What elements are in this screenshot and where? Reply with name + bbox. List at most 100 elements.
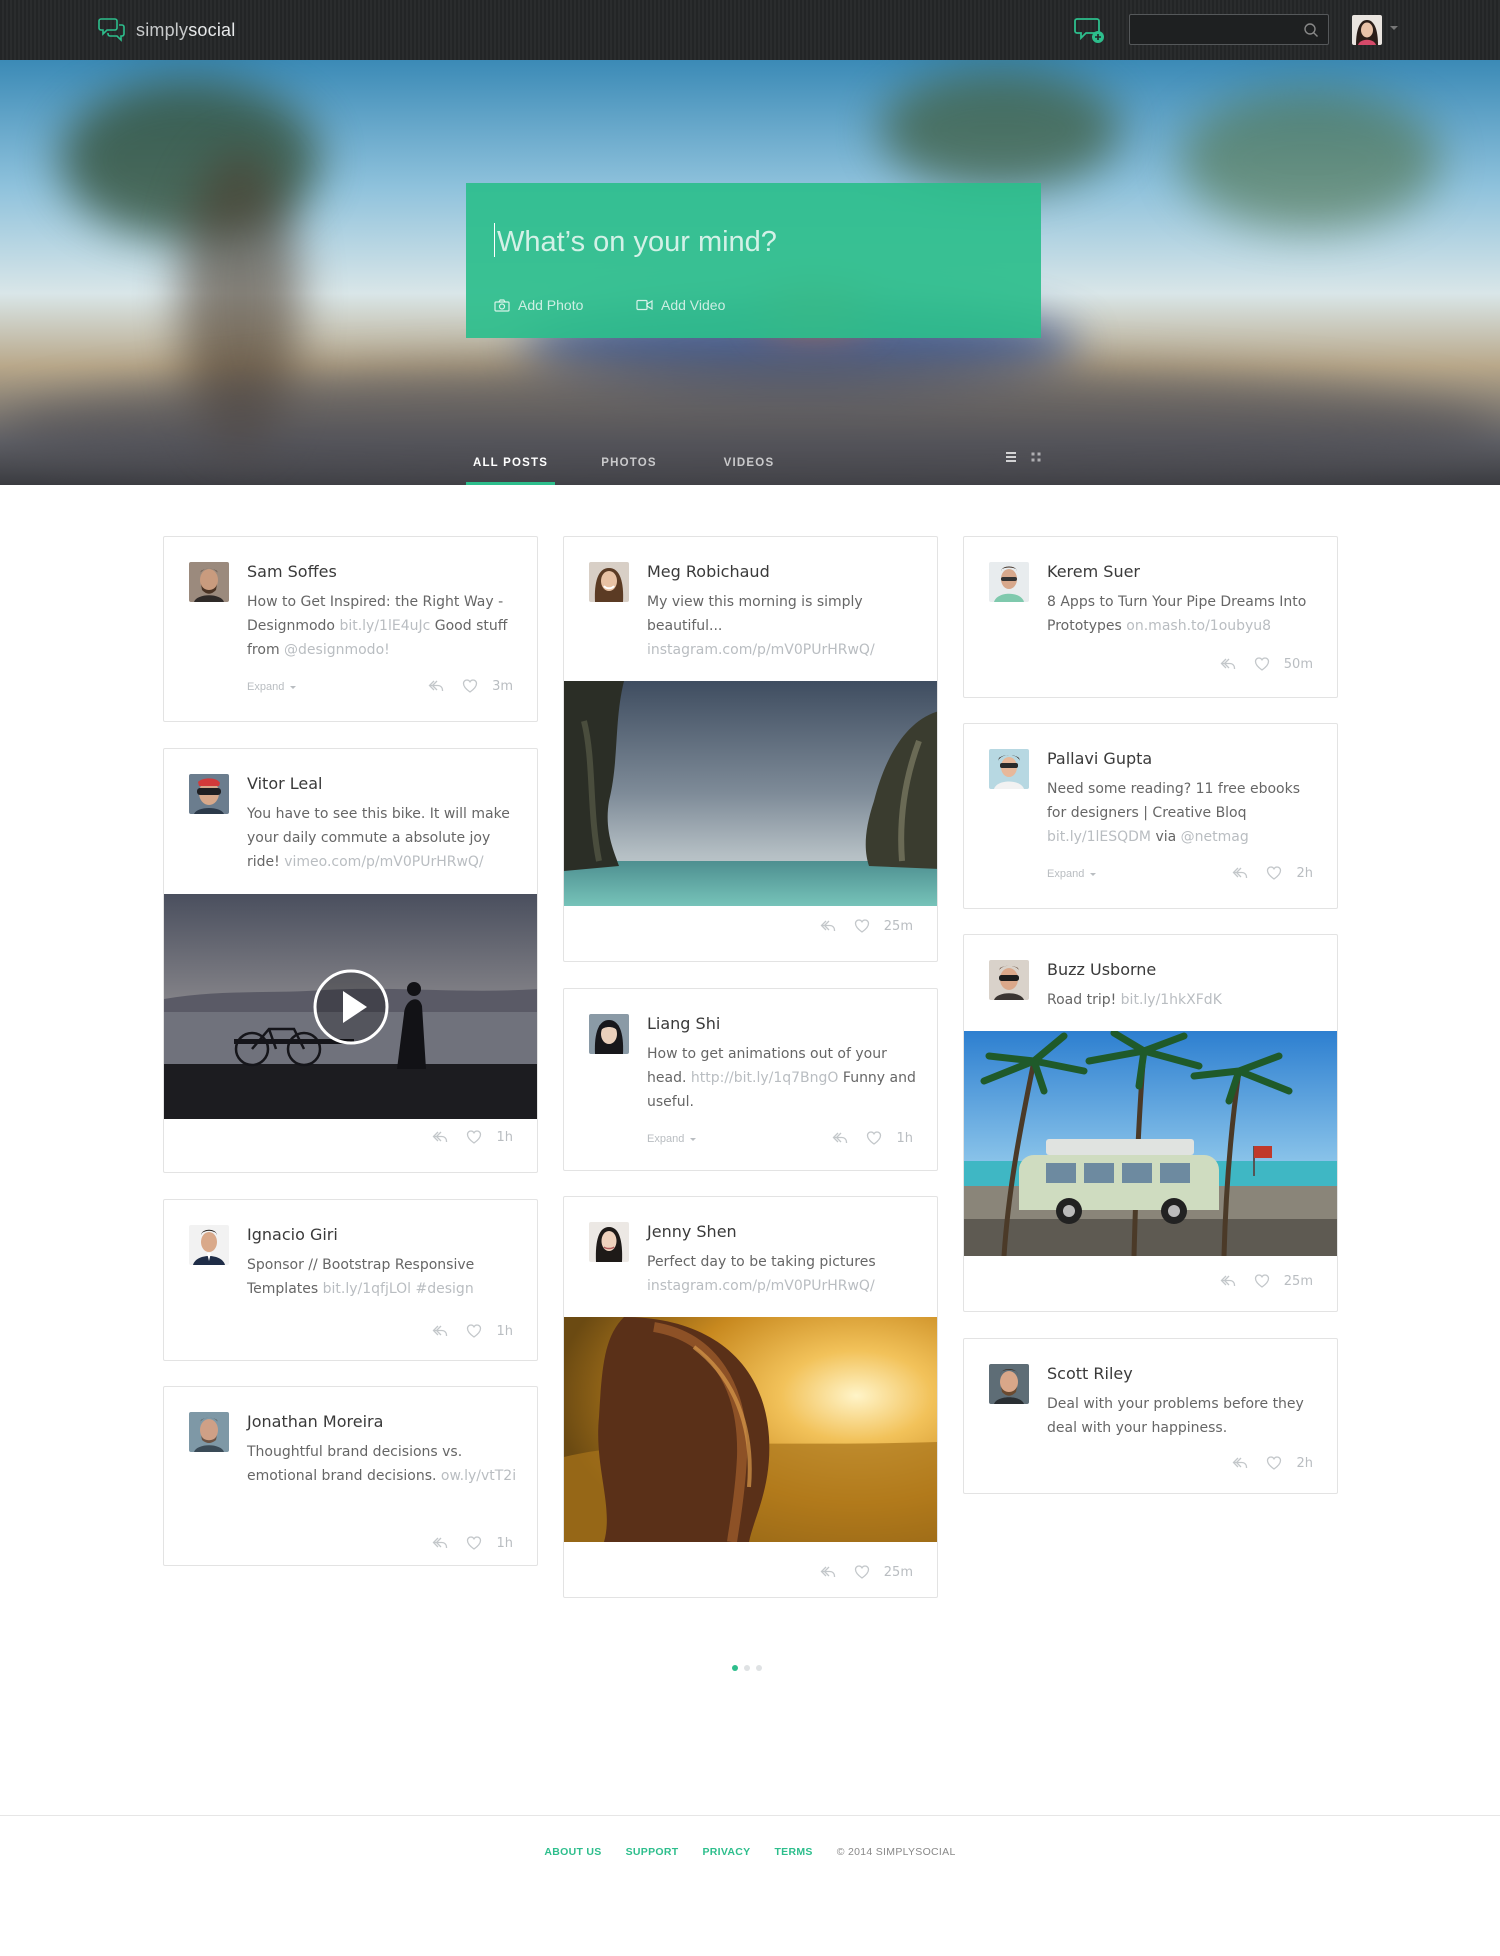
reply-icon[interactable] [1220,656,1236,672]
post-link[interactable]: bit.ly/1qfjLOl #design [323,1281,474,1297]
avatar[interactable] [189,774,229,814]
heart-icon[interactable] [1266,865,1282,881]
tab-all-posts[interactable]: ALL POSTS [466,445,555,485]
avatar[interactable] [989,960,1029,1000]
post-footer: 1h [164,1535,537,1555]
reply-icon[interactable] [1220,1273,1236,1289]
post-link[interactable]: on.mash.to/1oubyu8 [1126,618,1271,634]
search-input[interactable] [1138,20,1298,40]
post-image[interactable] [564,1317,937,1542]
avatar[interactable] [989,562,1029,602]
logo[interactable]: simplysocial [98,17,235,43]
post-link[interactable]: instagram.com/p/mV0PUrHRwQ/ [647,1278,875,1294]
post-link[interactable]: ow.ly/vtT2i [441,1468,516,1484]
post-link[interactable]: bit.ly/1lESQDM [1047,829,1151,845]
post-image[interactable] [564,681,937,906]
post-footer: Expand 2h [964,865,1337,885]
post-time: 1h [896,1130,913,1146]
avatar[interactable] [189,562,229,602]
page-dot-3[interactable] [756,1665,762,1671]
heart-icon[interactable] [466,1535,482,1551]
author-name[interactable]: Buzz Usborne [1047,960,1156,979]
footer-link-support[interactable]: SUPPORT [626,1846,679,1858]
post-text: How to Get Inspired: the Right Way - Des… [247,590,517,662]
footer-link-privacy[interactable]: PRIVACY [702,1846,750,1858]
reply-icon[interactable] [428,678,444,694]
heart-icon[interactable] [466,1129,482,1145]
add-video-button[interactable]: Add Video [636,297,725,313]
reply-icon[interactable] [1232,1455,1248,1471]
author-name[interactable]: Vitor Leal [247,774,323,793]
post-link[interactable]: vimeo.com/p/mV0PUrHRwQ/ [284,854,483,870]
user-avatar[interactable] [1352,15,1382,45]
author-name[interactable]: Sam Soffes [247,562,337,581]
heart-icon[interactable] [854,918,870,934]
post-image[interactable] [964,1031,1337,1256]
page-dot-1[interactable] [732,1665,738,1671]
post-link[interactable]: http://bit.ly/1q7BngO [691,1070,839,1086]
author-name[interactable]: Scott Riley [1047,1364,1133,1383]
heart-icon[interactable] [462,678,478,694]
reply-icon[interactable] [432,1129,448,1145]
mention-link[interactable]: @designmodo! [284,642,390,658]
post-footer: Expand 3m [164,678,537,698]
footer-divider [0,1815,1500,1816]
post-card-pallavi-gupta: Pallavi Gupta Need some reading? 11 free… [963,723,1338,909]
heart-icon[interactable] [1254,1273,1270,1289]
avatar[interactable] [189,1412,229,1452]
status-composer[interactable]: What’s on your mind? Add Photo Add Video [466,183,1041,338]
heart-icon[interactable] [1266,1455,1282,1471]
top-navigation-bar: simplysocial [0,0,1500,60]
post-card-sam-soffes: Sam Soffes How to Get Inspired: the Righ… [163,536,538,722]
search-icon[interactable] [1303,22,1319,38]
author-name[interactable]: Kerem Suer [1047,562,1140,581]
author-name[interactable]: Liang Shi [647,1014,720,1033]
heart-icon[interactable] [866,1130,882,1146]
reply-icon[interactable] [432,1535,448,1551]
avatar[interactable] [589,1014,629,1054]
footer-link-terms[interactable]: TERMS [774,1846,812,1858]
list-view-icon[interactable] [1005,452,1017,462]
reply-icon[interactable] [820,918,836,934]
footer-link-about-us[interactable]: ABOUT US [544,1846,601,1858]
post-time: 1h [496,1323,513,1339]
author-name[interactable]: Jenny Shen [647,1222,737,1241]
avatar[interactable] [189,1225,229,1265]
expand-button[interactable]: Expand [247,681,297,693]
avatar[interactable] [589,1222,629,1262]
reply-icon[interactable] [432,1323,448,1339]
reply-icon[interactable] [820,1564,836,1580]
post-link[interactable]: bit.ly/1lE4uJc [339,618,430,634]
heart-icon[interactable] [466,1323,482,1339]
mention-link[interactable]: @netmag [1181,829,1249,845]
account-menu-chevron-down-icon[interactable] [1390,26,1398,30]
heart-icon[interactable] [1254,656,1270,672]
tab-videos[interactable]: VIDEOS [703,445,795,485]
page-dot-2[interactable] [744,1665,750,1671]
composer-input[interactable]: What’s on your mind? [494,223,777,259]
chevron-down-icon [690,1137,697,1141]
author-name[interactable]: Ignacio Giri [247,1225,338,1244]
post-video-thumbnail[interactable] [164,894,537,1119]
post-link[interactable]: instagram.com/p/mV0PUrHRwQ/ [647,642,875,658]
reply-icon[interactable] [832,1130,848,1146]
author-name[interactable]: Jonathan Moreira [247,1412,383,1431]
post-actions: 1h [414,1323,513,1339]
heart-icon[interactable] [854,1564,870,1580]
expand-button[interactable]: Expand [1047,868,1097,880]
post-text-part: Need some reading? 11 free ebooks for de… [1047,781,1301,821]
chevron-down-icon [290,685,297,689]
post-footer: 2h [964,1455,1337,1475]
add-photo-button[interactable]: Add Photo [494,297,583,313]
avatar[interactable] [989,749,1029,789]
expand-button[interactable]: Expand [647,1133,697,1145]
post-link[interactable]: bit.ly/1hkXFdK [1121,992,1222,1008]
avatar[interactable] [589,562,629,602]
author-name[interactable]: Meg Robichaud [647,562,770,581]
new-message-icon[interactable] [1074,16,1106,46]
reply-icon[interactable] [1232,865,1248,881]
grid-view-icon[interactable] [1031,452,1041,462]
tab-photos[interactable]: PHOTOS [555,445,703,485]
avatar[interactable] [989,1364,1029,1404]
author-name[interactable]: Pallavi Gupta [1047,749,1152,768]
